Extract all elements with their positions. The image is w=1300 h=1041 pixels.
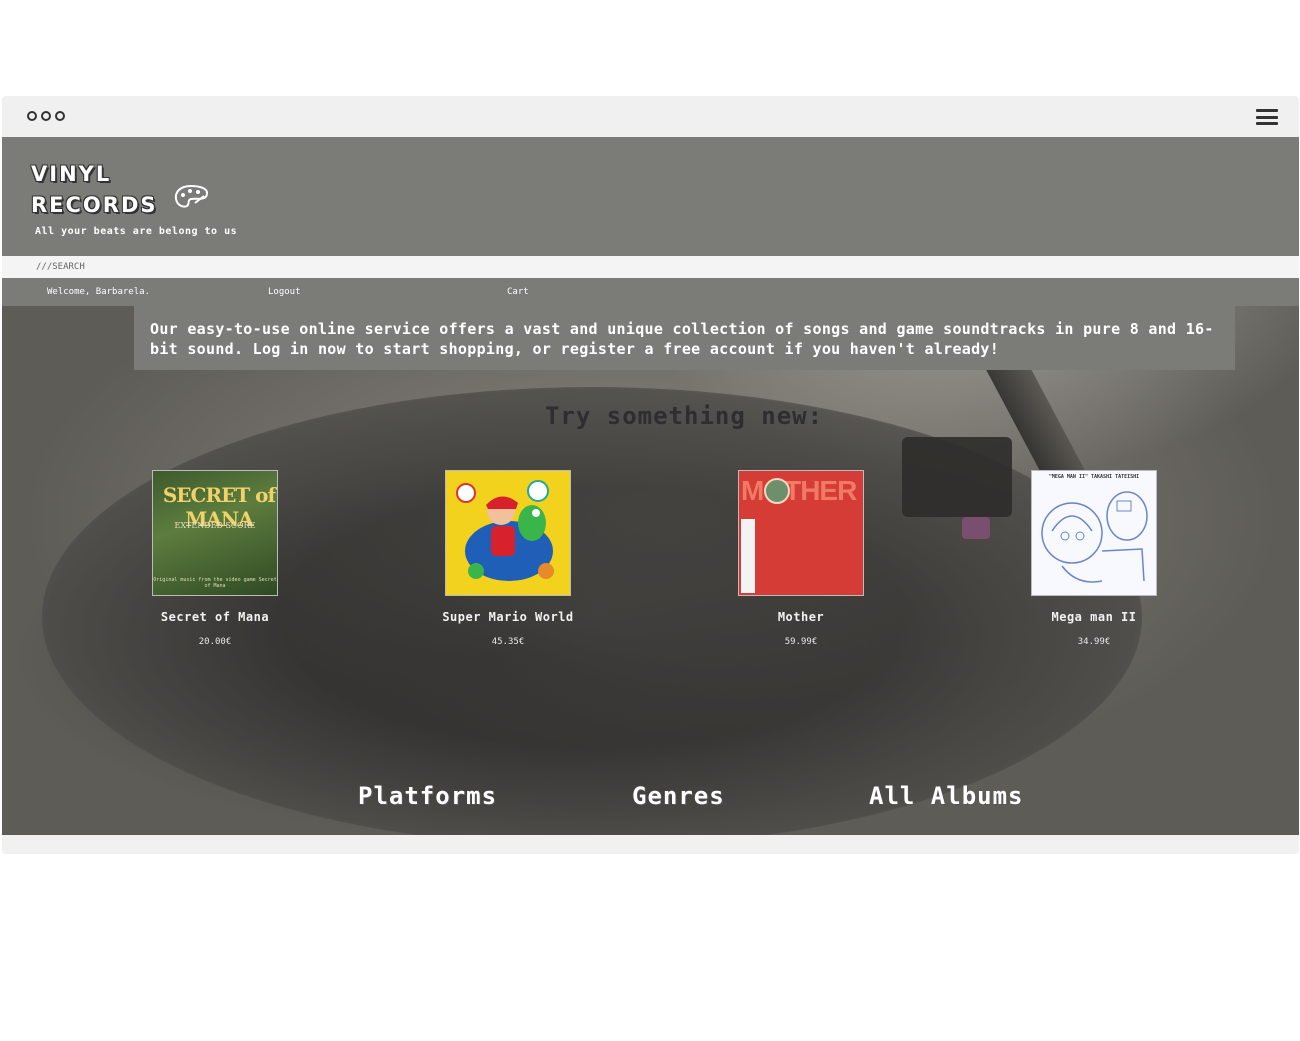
browser-toolbar (2, 96, 1299, 137)
all-albums-link[interactable]: All Albums (869, 782, 1024, 810)
album-price: 20.00€ (198, 637, 232, 647)
browser-window: VINYL RECORDS All your beats are belong … (2, 96, 1299, 854)
cover-caption: Original music from the video game Secre… (153, 577, 277, 589)
window-dot-icon[interactable] (27, 111, 37, 121)
album-title[interactable]: Mega man II (994, 610, 1194, 624)
album-cover[interactable]: MOTHER (738, 470, 864, 596)
earth-icon (764, 478, 790, 504)
user-nav: Welcome, Barbarela. Logout Cart (2, 278, 1299, 306)
featured-heading: Try something new: (544, 402, 824, 430)
palette-icon (174, 184, 209, 208)
album-cover[interactable]: "MEGA MAN II" TAKASHI TATEISHI (1031, 470, 1157, 596)
search-input[interactable] (36, 260, 636, 274)
logo-line2: RECORDS (31, 193, 158, 217)
album-price: 59.99€ (784, 637, 818, 647)
intro-text: Our easy-to-use online service offers a … (150, 320, 1214, 358)
site-logo[interactable]: VINYL RECORDS (31, 159, 158, 221)
intro-box: Our easy-to-use online service offers a … (134, 306, 1235, 370)
cart-link[interactable]: Cart (507, 287, 529, 297)
site-tagline: All your beats are belong to us (35, 226, 238, 237)
mario-artwork (456, 480, 554, 581)
platforms-link[interactable]: Platforms (358, 782, 497, 810)
album-title[interactable]: Super Mario World (408, 610, 608, 624)
cover-subtitle: EXTENDED SCORE (174, 521, 256, 530)
album-price: 34.99€ (1077, 637, 1111, 647)
album-cover[interactable]: SECRET of MANA EXTENDED SCORE Original m… (152, 470, 278, 596)
site-header: VINYL RECORDS All your beats are belong … (2, 137, 1299, 256)
page-viewport: VINYL RECORDS All your beats are belong … (2, 137, 1299, 835)
megaman-artwork (1041, 491, 1148, 583)
window-controls (27, 111, 65, 121)
logo-line1: VINYL (31, 162, 112, 186)
album-cover[interactable] (445, 470, 571, 596)
window-dot-icon[interactable] (55, 111, 65, 121)
album-card[interactable]: SECRET of MANA EXTENDED SCORE Original m… (115, 470, 315, 647)
album-card[interactable]: MOTHER Mother 59.99€ (701, 470, 901, 647)
cartridge (962, 517, 990, 539)
logout-link[interactable]: Logout (268, 287, 301, 297)
search-bar (2, 256, 1299, 278)
window-dot-icon[interactable] (41, 111, 51, 121)
album-card[interactable]: Super Mario World 45.35€ (408, 470, 608, 647)
album-title[interactable]: Mother (701, 610, 901, 624)
album-price: 45.35€ (491, 637, 525, 647)
album-card[interactable]: "MEGA MAN II" TAKASHI TATEISHI Mega man … (994, 470, 1194, 647)
hamburger-menu-icon[interactable] (1256, 109, 1278, 125)
genres-link[interactable]: Genres (632, 782, 725, 810)
album-title[interactable]: Secret of Mana (115, 610, 315, 624)
welcome-message: Welcome, Barbarela. (47, 287, 150, 297)
